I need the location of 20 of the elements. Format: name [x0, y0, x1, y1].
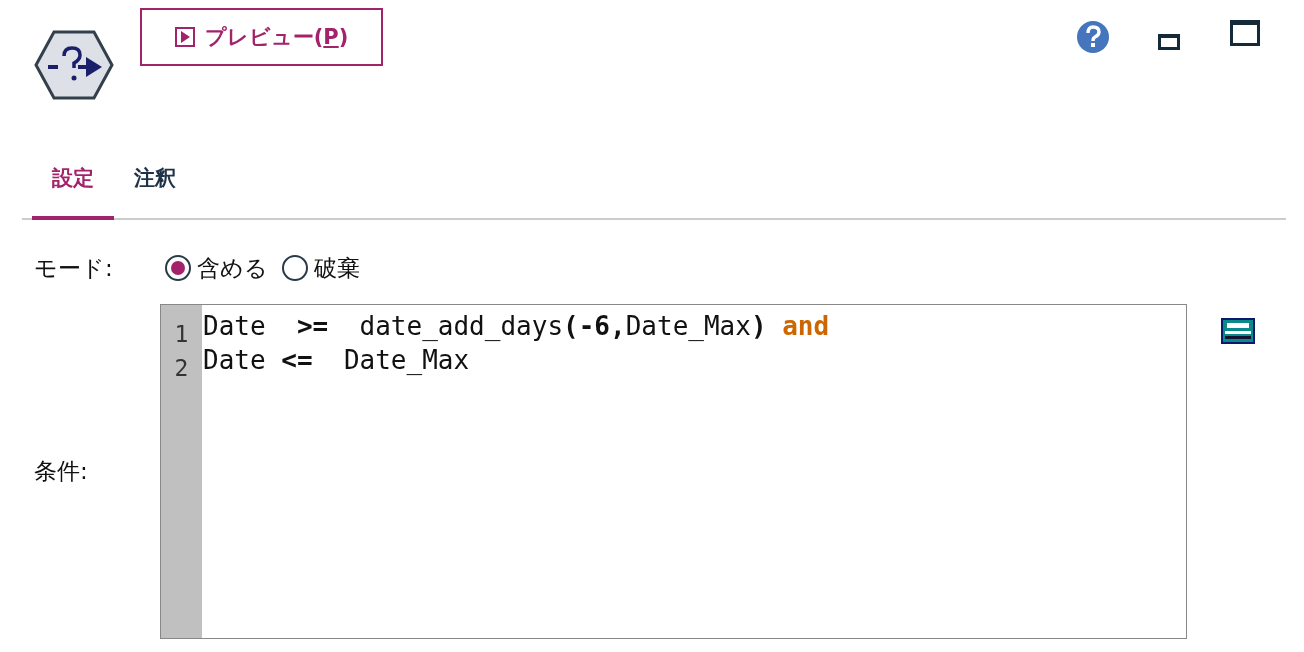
line-number: 1: [173, 320, 190, 348]
minimize-icon[interactable]: [1158, 34, 1180, 50]
condition-label: 条件:: [34, 457, 89, 486]
preview-button[interactable]: プレビュー(P): [140, 8, 383, 66]
tab[interactable]: 注釈: [114, 140, 196, 220]
tab[interactable]: 設定: [32, 140, 114, 220]
radio-label[interactable]: 含める: [197, 252, 268, 284]
node-hexagon-icon: [34, 30, 114, 100]
maximize-icon[interactable]: [1230, 20, 1260, 46]
calculator-icon[interactable]: [1221, 318, 1255, 344]
help-icon[interactable]: [1076, 20, 1110, 54]
radio-label[interactable]: 破棄: [314, 252, 360, 284]
code-line: Date >= date_add_days(-6,Date_Max) and: [203, 310, 830, 343]
play-icon: [174, 27, 195, 47]
radio-button[interactable]: [165, 255, 191, 281]
radio-button[interactable]: [282, 255, 308, 281]
code-line: Date <= Date_Max: [203, 344, 471, 377]
line-number: 2: [173, 354, 190, 382]
mode-label: モード:: [34, 253, 114, 283]
expression-editor[interactable]: 1 2 Date >= date_add_days(-6,Date_Max) and Date <= Date_Max: [160, 304, 1187, 639]
